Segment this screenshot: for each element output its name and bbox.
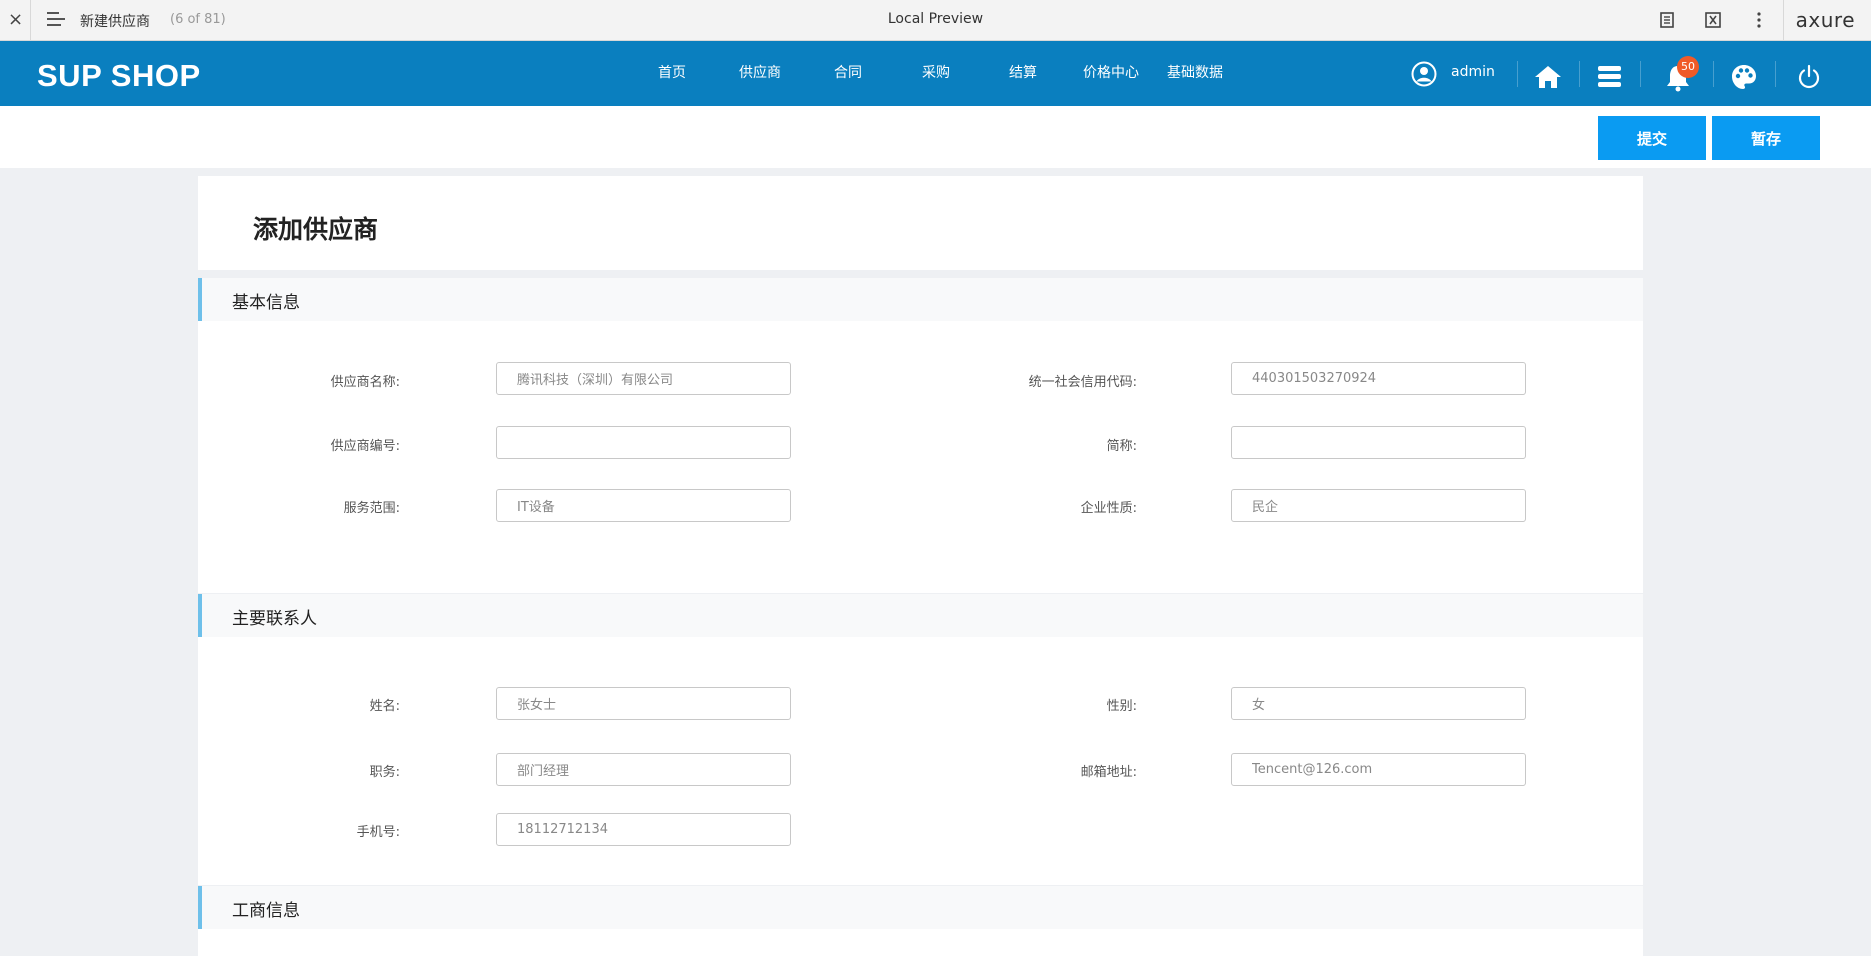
preview-title: Local Preview [887, 11, 984, 27]
user-menu[interactable]: admin [1411, 61, 1495, 87]
main-nav: 首页 供应商 合同 采购 结算 价格中心 基础数据 [640, 41, 1227, 106]
section-header-basic-info: 基本信息 [198, 278, 1643, 321]
power-icon[interactable] [1796, 64, 1822, 90]
home-icon[interactable] [1534, 64, 1562, 90]
email-input[interactable] [1231, 753, 1526, 786]
section-title: 基本信息 [232, 293, 300, 313]
variables-icon[interactable] [1703, 10, 1723, 30]
logo[interactable]: SUP SHOP [37, 58, 201, 94]
short-name-input[interactable] [1231, 426, 1526, 459]
nav-item-home[interactable]: 首页 [640, 41, 704, 106]
short-name-label: 简称: [1106, 439, 1137, 454]
divider [1579, 61, 1580, 87]
close-icon[interactable]: × [8, 9, 23, 30]
nav-item-purchase[interactable]: 采购 [904, 41, 968, 106]
user-name: admin [1451, 64, 1495, 80]
form-title-card: 添加供应商 [198, 176, 1643, 270]
business-info-panel [198, 929, 1643, 956]
supplier-name-input[interactable] [496, 362, 791, 395]
more-vertical-icon[interactable] [1749, 10, 1769, 30]
page-title: 添加供应商 [253, 215, 379, 244]
gender-input[interactable] [1231, 687, 1526, 720]
phone-input[interactable] [496, 813, 791, 846]
supplier-code-label: 供应商编号: [330, 439, 400, 454]
divider [1783, 0, 1784, 41]
palette-icon[interactable] [1730, 63, 1758, 91]
gender-label: 性别: [1106, 699, 1137, 714]
submit-button[interactable]: 提交 [1598, 116, 1706, 160]
notification-badge: 50 [1677, 56, 1699, 78]
section-title: 工商信息 [232, 901, 300, 921]
contact-name-label: 姓名: [369, 699, 400, 714]
save-draft-button[interactable]: 暂存 [1712, 116, 1820, 160]
company-nature-input[interactable] [1231, 489, 1526, 522]
preview-toolbar: × 新建供应商 (6 of 81) Local Preview axure [0, 0, 1871, 41]
credit-code-input[interactable] [1231, 362, 1526, 395]
action-bar: 提交 暂存 [0, 106, 1871, 168]
divider [1775, 61, 1776, 87]
section-title: 主要联系人 [232, 609, 317, 629]
contact-name-input[interactable] [496, 687, 791, 720]
page-name: 新建供应商 [80, 14, 150, 30]
divider [1713, 61, 1714, 87]
service-scope-input[interactable] [496, 489, 791, 522]
axure-logo: axure [1795, 8, 1855, 32]
service-scope-label: 服务范围: [343, 501, 400, 516]
company-nature-label: 企业性质: [1080, 501, 1137, 516]
notes-icon[interactable] [1657, 10, 1677, 30]
stack-menu-icon[interactable] [1597, 64, 1622, 89]
section-header-business-info: 工商信息 [198, 886, 1643, 929]
nav-item-base-data[interactable]: 基础数据 [1163, 41, 1227, 106]
divider [1517, 61, 1518, 87]
section-header-main-contact: 主要联系人 [198, 594, 1643, 637]
email-label: 邮箱地址: [1080, 765, 1137, 780]
supplier-name-label: 供应商名称: [330, 375, 400, 390]
nav-item-settlement[interactable]: 结算 [991, 41, 1055, 106]
nav-item-supplier[interactable]: 供应商 [728, 41, 792, 106]
page-count: (6 of 81) [170, 12, 226, 27]
supplier-code-input[interactable] [496, 426, 791, 459]
app-header: SUP SHOP 首页 供应商 合同 采购 结算 价格中心 基础数据 admin [0, 41, 1871, 106]
credit-code-label: 统一社会信用代码: [1028, 375, 1137, 390]
nav-item-contract[interactable]: 合同 [816, 41, 880, 106]
divider [30, 0, 31, 41]
user-avatar-icon [1411, 61, 1437, 87]
nav-item-price-center[interactable]: 价格中心 [1079, 41, 1143, 106]
page-list-icon[interactable] [47, 12, 65, 28]
divider [1640, 61, 1641, 87]
phone-label: 手机号: [356, 825, 400, 840]
position-label: 职务: [369, 765, 400, 780]
position-input[interactable] [496, 753, 791, 786]
